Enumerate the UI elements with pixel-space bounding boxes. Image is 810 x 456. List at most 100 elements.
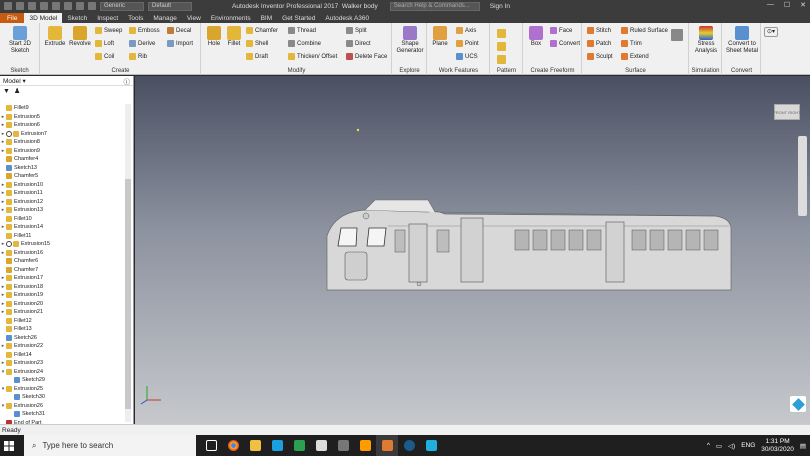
tab-file[interactable]: File [0, 13, 25, 23]
combine-button[interactable]: Combine [288, 40, 321, 47]
browser-scrollbar[interactable] [125, 104, 131, 422]
tree-item-extrusion12[interactable]: ▸ Extrusion12 [0, 198, 124, 207]
tree-item-extrusion10[interactable]: ▸ Extrusion10 [0, 181, 124, 190]
tab-tools[interactable]: Tools [123, 13, 148, 23]
help-search-input[interactable]: Search Help & Commands... [389, 1, 480, 11]
minimize-icon[interactable]: — [767, 1, 774, 9]
tree-item-sketch26[interactable]: Sketch26 [0, 334, 124, 343]
taskbar-app-chrome[interactable] [222, 435, 244, 456]
filter-icon[interactable]: ▼ [3, 88, 10, 95]
tab-environments[interactable]: Environments [206, 13, 256, 23]
sweep-button[interactable]: Sweep [95, 27, 122, 34]
clock[interactable]: 1:31 PM 30/03/2020 [761, 438, 794, 454]
ucs-button[interactable]: UCS [456, 53, 478, 60]
save-icon[interactable] [28, 2, 36, 10]
taskbar-app-explorer[interactable] [244, 435, 266, 456]
tree-item-chamfer4[interactable]: Chamfer4 [0, 155, 124, 164]
coil-button[interactable]: Coil [95, 53, 114, 60]
delete-face-button[interactable]: Delete Face [346, 53, 387, 60]
import-button[interactable]: Import [167, 40, 193, 47]
tab-sketch[interactable]: Sketch [62, 13, 92, 23]
tree-item-extrusion9[interactable]: ▸ Extrusion9 [0, 147, 124, 156]
tab-3d-model[interactable]: 3D Model [24, 13, 63, 23]
mirror-icon[interactable] [497, 55, 506, 64]
tree-item-extrusion25[interactable]: ▾ Extrusion25 [0, 385, 124, 394]
tree-item-extrusion17[interactable]: ▸ Extrusion17 [0, 274, 124, 283]
tab-autodesk-a360[interactable]: Autodesk A360 [320, 13, 374, 23]
thread-button[interactable]: Thread [288, 27, 316, 34]
chamfer-button[interactable]: Chamfer [246, 27, 278, 34]
find-icon[interactable]: ♟ [14, 87, 20, 95]
circular-pattern-icon[interactable] [497, 42, 506, 51]
tab-get-started[interactable]: Get Started [277, 13, 320, 23]
tree-item-extrusion21[interactable]: ▸ Extrusion21 [0, 308, 124, 317]
taskbar-app-cortana[interactable] [266, 435, 288, 456]
loft-button[interactable]: Loft [95, 40, 114, 47]
tab-view[interactable]: View [182, 13, 206, 23]
volume-icon[interactable]: ◁) [728, 442, 735, 450]
undo-icon[interactable] [40, 2, 48, 10]
open-icon[interactable] [16, 2, 24, 10]
split-button[interactable]: Split [346, 27, 367, 34]
taskbar-app-mail[interactable] [310, 435, 332, 456]
convert-sheet-metal-button[interactable]: Convert to Sheet Metal [725, 26, 759, 55]
stress-analysis-button[interactable]: Stress Analysis [692, 26, 720, 55]
axis-button[interactable]: Axis [456, 27, 476, 34]
tree-item-extrusion11[interactable]: ▸ Extrusion11 [0, 189, 124, 198]
tree-item-extrusion6[interactable]: ▸ Extrusion6 [0, 121, 124, 130]
browser-scroll-thumb[interactable] [125, 179, 131, 409]
start-button[interactable] [0, 435, 18, 456]
face-button[interactable]: Face [550, 27, 572, 34]
taskbar-app-shield[interactable] [288, 435, 310, 456]
return-icon[interactable] [76, 2, 84, 10]
tree-item-extrusion5[interactable]: ▸ Extrusion5 [0, 113, 124, 122]
convert-button[interactable]: Convert [550, 40, 580, 47]
tree-item-extrusion16[interactable]: ▸ Extrusion16 [0, 249, 124, 258]
tree-item-sketch31[interactable]: Sketch31 [0, 410, 124, 419]
tree-item-fillet13[interactable]: Fillet13 [0, 325, 124, 334]
tree-item-sketch13[interactable]: Sketch13 [0, 164, 124, 173]
tree-item-chamfer6[interactable]: Chamfer6 [0, 257, 124, 266]
start-sketch-button[interactable]: Start 2D Sketch [4, 26, 36, 55]
close-icon[interactable]: ✕ [800, 1, 806, 9]
network-icon[interactable]: ▭ [716, 442, 722, 450]
help-icon[interactable]: ⓘ [124, 76, 131, 86]
tree-item-chamfer7[interactable]: Chamfer7 [0, 266, 124, 275]
derive-button[interactable]: Derive [129, 40, 155, 47]
rectangular-pattern-icon[interactable] [497, 29, 506, 38]
viewcube[interactable]: FRONT RIGHT [773, 104, 801, 120]
shell-button[interactable]: Shell [246, 40, 268, 47]
tree-item-extrusion7[interactable]: ▸ Extrusion7 [0, 130, 124, 139]
tree-item-fillet11[interactable]: Fillet11 [0, 232, 124, 241]
ribbon-options-button[interactable]: ⊙▾ [764, 27, 778, 37]
tree-item-fillet10[interactable]: Fillet10 [0, 215, 124, 224]
tree-item-fillet14[interactable]: Fillet14 [0, 351, 124, 360]
draft-button[interactable]: Draft [246, 53, 268, 60]
tree-item-extrusion14[interactable]: ▸ Extrusion14 [0, 223, 124, 232]
direct-button[interactable]: Direct [346, 40, 371, 47]
taskbar-app-inventor[interactable] [376, 435, 398, 456]
sculpt-button[interactable]: Sculpt [587, 53, 613, 60]
tree-item-extrusion19[interactable]: ▸ Extrusion19 [0, 291, 124, 300]
extrude-button[interactable]: Extrude [43, 26, 67, 48]
point-button[interactable]: Point [456, 40, 479, 47]
taskbar-app-illustrator[interactable] [354, 435, 376, 456]
maximize-icon[interactable]: ☐ [784, 1, 790, 9]
decal-button[interactable]: Decal [167, 27, 191, 34]
new-icon[interactable] [4, 2, 12, 10]
plane-button[interactable]: Plane [430, 26, 450, 48]
tree-item-extrusion13[interactable]: ▸ Extrusion13 [0, 206, 124, 215]
redo-icon[interactable] [52, 2, 60, 10]
stitch-button[interactable]: Stitch [587, 27, 611, 34]
tree-item-extrusion23[interactable]: ▸ Extrusion23 [0, 359, 124, 368]
taskbar-app-blue[interactable] [420, 435, 442, 456]
thicken-offset-button[interactable]: Thicken/ Offset [288, 53, 337, 60]
tree-item-extrusion15[interactable]: ▸ Extrusion15 [0, 240, 124, 249]
browser-title[interactable]: Model ▾ [3, 77, 26, 85]
tree-item-extrusion20[interactable]: ▸ Extrusion20 [0, 300, 124, 309]
box-button[interactable]: Box [526, 26, 546, 48]
graphics-viewport[interactable]: FRONT RIGHT [135, 76, 810, 424]
task-view-button[interactable] [200, 435, 222, 456]
tab-manage[interactable]: Manage [148, 13, 182, 23]
notifications-icon[interactable]: ▤ [800, 442, 806, 450]
